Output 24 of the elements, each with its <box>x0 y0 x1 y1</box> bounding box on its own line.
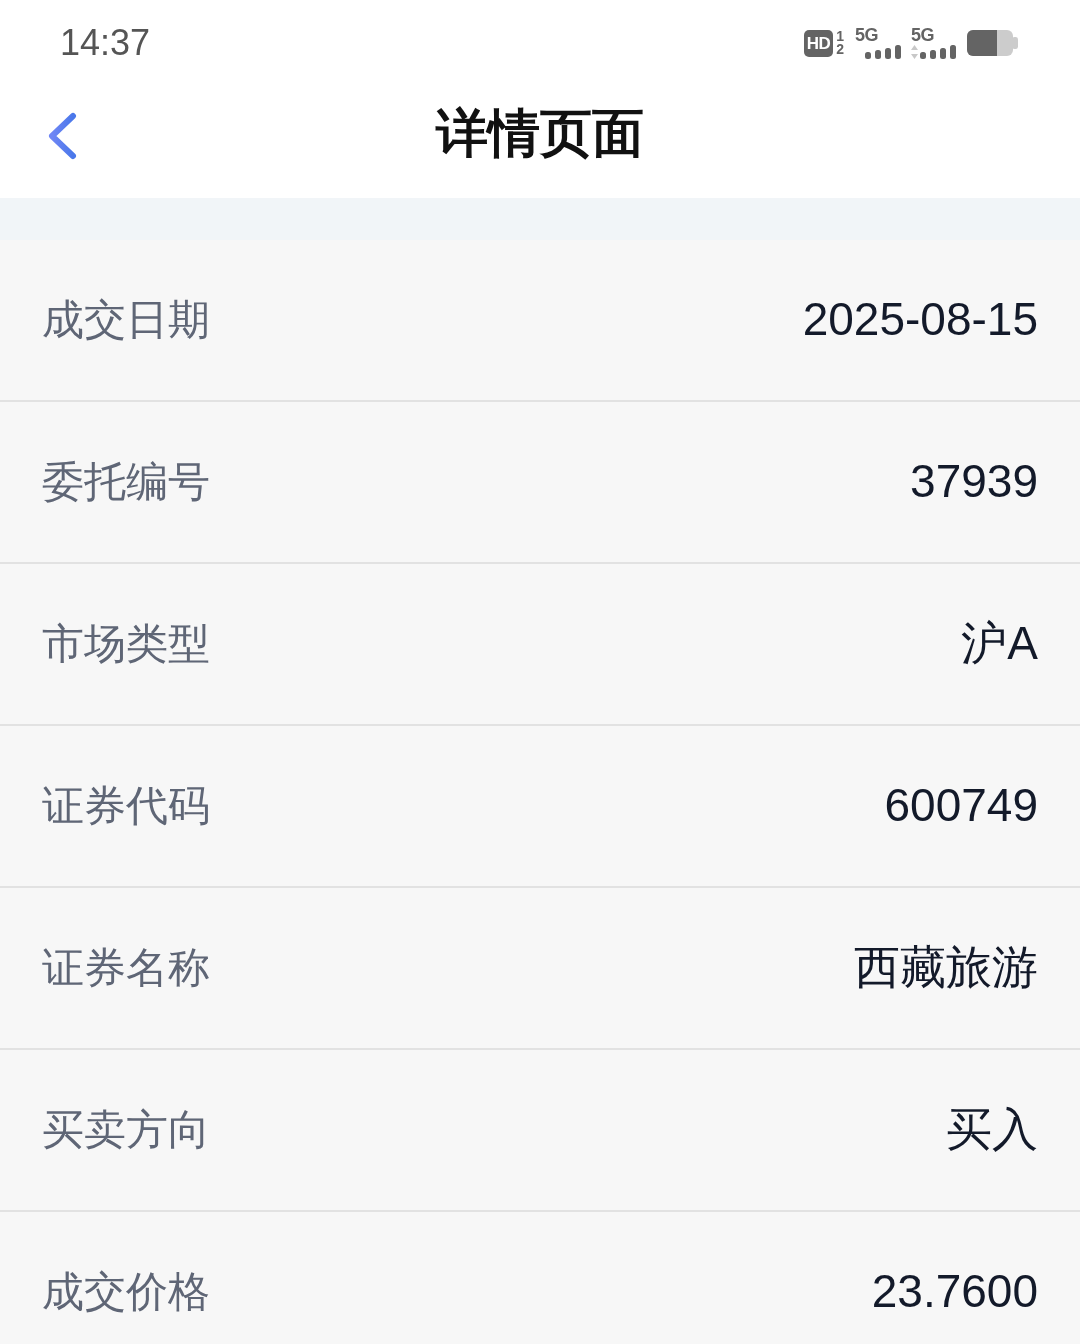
field-value: 买入 <box>946 1102 1038 1158</box>
network-type-label: 5G <box>911 27 934 43</box>
hd-badge: HD <box>803 29 834 57</box>
field-label: 证券代码 <box>42 780 210 832</box>
field-value: 37939 <box>910 454 1038 510</box>
battery-icon <box>967 30 1018 56</box>
field-value: 沪A <box>961 616 1038 672</box>
back-icon[interactable] <box>46 112 78 160</box>
field-label: 市场类型 <box>42 618 210 670</box>
field-label: 买卖方向 <box>42 1104 210 1156</box>
field-label: 证券名称 <box>42 942 210 994</box>
sim-slot-label: 2 <box>836 43 844 56</box>
field-label: 成交价格 <box>42 1266 210 1318</box>
field-label: 成交日期 <box>42 294 210 346</box>
field-label: 委托编号 <box>42 456 210 508</box>
field-value: 600749 <box>884 778 1038 834</box>
field-value: 西藏旅游 <box>854 940 1038 996</box>
sim-slot-label: 1 <box>836 30 844 43</box>
signal-icon <box>920 45 956 59</box>
field-value: 2025-08-15 <box>802 292 1038 348</box>
status-time: 14:37 <box>60 25 151 61</box>
field-value: 23.7600 <box>871 1264 1038 1320</box>
network-type-label: 5G <box>855 27 878 43</box>
page-title: 详情页面 <box>436 101 644 165</box>
